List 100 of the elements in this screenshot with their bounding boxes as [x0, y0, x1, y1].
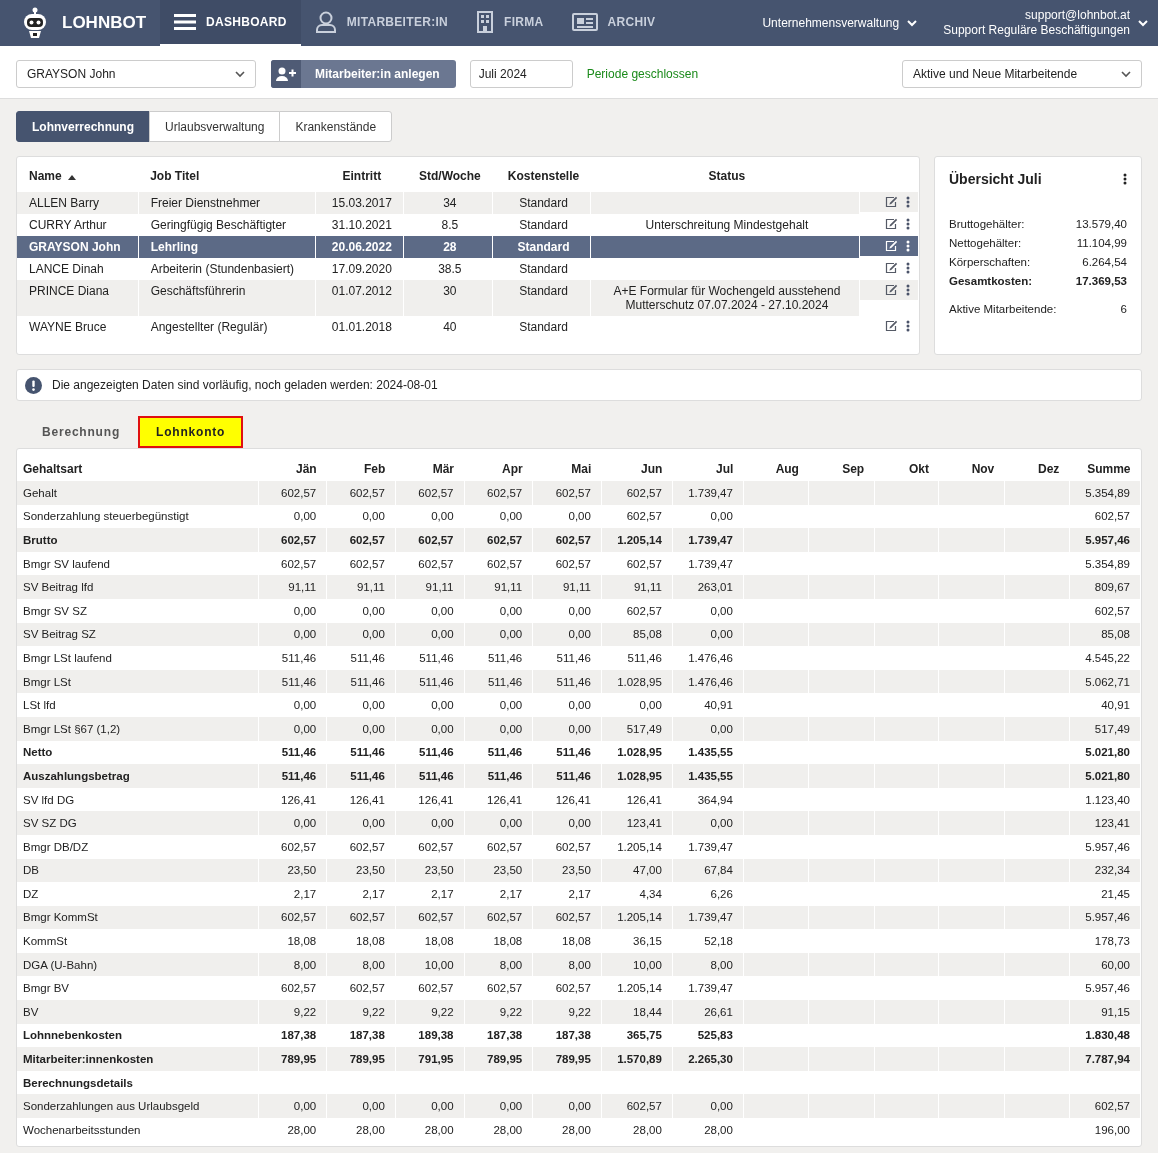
column-header[interactable]: Status: [708, 169, 746, 183]
start-date-cell: 31.10.2021: [331, 218, 392, 232]
amount-cell: 126,41: [281, 793, 317, 806]
amount-cell: 602,57: [418, 557, 454, 570]
amount-cell: 18,08: [356, 935, 385, 948]
amount-cell: 0,00: [431, 699, 454, 712]
amount-cell: 602,57: [626, 510, 662, 523]
hours-cell: 34: [443, 196, 457, 210]
status-text: A+E Formular für Wochengeld ausstehend: [612, 284, 842, 298]
wage-type-cell: Bmgr BV: [23, 982, 69, 995]
amount-cell: 18,08: [424, 935, 454, 948]
amount-cell: 0,00: [499, 699, 523, 712]
column-header: Okt: [908, 462, 929, 476]
wage-type-cell: DZ: [23, 887, 39, 900]
amount-cell: 8,00: [710, 958, 733, 971]
amount-cell: 187,38: [349, 1029, 385, 1042]
start-date-cell: 01.07.2012: [331, 284, 392, 298]
amount-cell: 0,00: [499, 510, 523, 523]
edit-icon[interactable]: [885, 218, 898, 230]
amount-cell: 9,22: [568, 1005, 591, 1018]
employee-select[interactable]: GRAYSON John: [16, 60, 256, 88]
wage-type-cell: SV lfd DG: [23, 793, 75, 806]
more-options-icon[interactable]: [906, 196, 910, 208]
chevron-down-icon: [235, 70, 245, 78]
wage-type-cell: Auszahlungsbetrag: [23, 769, 130, 782]
nav-tab[interactable]: FIRMA: [462, 0, 558, 46]
amount-cell: 1.739,47: [688, 982, 733, 995]
column-header[interactable]: Eintritt: [342, 169, 382, 183]
view-tab[interactable]: Berechnung: [24, 416, 138, 448]
add-employee-button[interactable]: Mitarbeiter:in anlegen: [271, 60, 456, 88]
tab[interactable]: Krankenstände: [279, 111, 393, 142]
wage-type-cell: Bmgr SV SZ: [23, 604, 87, 617]
tab[interactable]: Urlaubsverwaltung: [149, 111, 281, 142]
edit-icon[interactable]: [885, 284, 898, 296]
amount-cell: 602,57: [349, 911, 385, 924]
nav-tab[interactable]: ARCHIV: [557, 0, 670, 46]
amount-cell: 0,00: [293, 510, 317, 523]
column-header: Gehaltsart: [23, 462, 83, 476]
period-field[interactable]: Juli 2024: [469, 60, 573, 88]
employee-row[interactable]: WAYNE Bruce Angestellter (Regulär) 01.01.2018 40 Standard: [17, 316, 919, 338]
total-cell: 196,00: [1094, 1123, 1130, 1136]
amount-cell: 511,46: [281, 651, 317, 664]
column-header[interactable]: Std/Woche: [418, 169, 481, 183]
amount-cell: 9,22: [431, 1005, 454, 1018]
column-header[interactable]: Kostenstelle: [507, 169, 580, 183]
more-options-icon[interactable]: [906, 262, 910, 274]
amount-cell: 511,46: [350, 746, 385, 759]
start-date-cell: 17.09.2020: [331, 262, 392, 276]
amount-cell: 0,00: [568, 722, 591, 735]
employee-filter-select[interactable]: Aktive und Neue Mitarbeitende: [902, 60, 1142, 88]
amount-cell: 511,46: [556, 746, 591, 759]
amount-cell: 8,00: [362, 958, 385, 971]
edit-icon[interactable]: [885, 196, 898, 208]
column-header[interactable]: Job Titel: [150, 169, 200, 183]
user-email: support@lohnbot.at: [1025, 8, 1130, 23]
amount-cell: 9,22: [362, 1005, 385, 1018]
exclamation-icon: [25, 376, 42, 394]
amount-cell: 602,57: [555, 486, 591, 499]
amount-cell: 0,00: [710, 817, 733, 830]
amount-cell: 0,00: [499, 817, 523, 830]
more-options-icon[interactable]: [906, 320, 910, 332]
total-cell: 5.354,89: [1085, 486, 1130, 499]
chevron-down-icon[interactable]: [1138, 19, 1148, 27]
amount-cell: 189,38: [418, 1029, 454, 1042]
job-title-cell: Arbeiterin (Stundenbasiert): [150, 262, 295, 276]
wage-type-cell: Bmgr KommSt: [23, 911, 98, 924]
amount-cell: 10,00: [633, 958, 662, 971]
amount-cell: 2,17: [499, 887, 523, 900]
view-tab[interactable]: Lohnkonto: [138, 416, 244, 448]
more-options-icon[interactable]: [906, 284, 910, 296]
amount-cell: 126,41: [626, 793, 662, 806]
more-options-icon[interactable]: [906, 218, 910, 230]
amount-cell: 1.739,47: [688, 534, 733, 546]
amount-cell: 47,00: [633, 864, 662, 877]
amount-cell: 1.739,47: [688, 486, 733, 499]
amount-cell: 602,57: [281, 486, 317, 499]
edit-icon[interactable]: [885, 320, 898, 332]
tab[interactable]: Lohnverrechnung: [16, 111, 150, 142]
employee-row[interactable]: PRINCE Diana Geschäftsführerin 01.07.2012 30 Standard A+E Formular für Wochengeld ausstehend Mutterschutz 07.07.2024 - 27.10.2024: [17, 280, 919, 316]
amount-cell: 0,00: [499, 628, 523, 641]
edit-icon[interactable]: [885, 262, 898, 274]
column-header[interactable]: Name: [29, 169, 62, 183]
nav-tab[interactable]: MITARBEITER:IN: [300, 0, 463, 46]
hours-cell: 8.5: [441, 218, 459, 232]
nav-tab[interactable]: DASHBOARD: [160, 0, 301, 46]
company-menu[interactable]: Unternehmensverwaltung: [736, 0, 944, 46]
more-options-icon[interactable]: [1123, 173, 1127, 185]
amount-cell: 0,00: [431, 628, 454, 641]
amount-cell: 602,57: [487, 486, 523, 499]
total-cell: 5.957,46: [1085, 982, 1130, 995]
amount-cell: 0,00: [293, 628, 317, 641]
amount-cell: 511,46: [281, 746, 317, 759]
amount-cell: 10,00: [424, 958, 454, 971]
amount-cell: 91,11: [562, 581, 591, 594]
amount-cell: 602,57: [626, 557, 662, 570]
sort-ascending-icon[interactable]: [67, 175, 76, 180]
status-text: Mutterschutz 07.07.2024 - 27.10.2024: [624, 298, 830, 312]
total-cell: 85,08: [1101, 628, 1130, 641]
employee-row[interactable]: ALLEN Barry Freier Dienstnehmer 15.03.2017 34 Standard: [17, 192, 919, 214]
amount-cell: 602,57: [281, 840, 317, 853]
